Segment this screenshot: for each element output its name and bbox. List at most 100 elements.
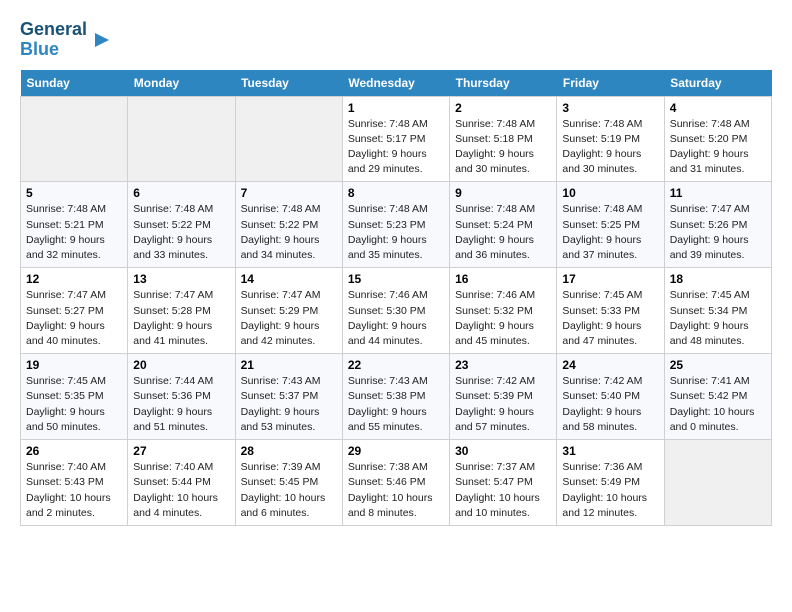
day-number: 20 bbox=[133, 358, 229, 372]
calendar-cell: 17 Sunrise: 7:45 AMSunset: 5:33 PMDayligh… bbox=[557, 268, 664, 354]
calendar-cell: 14 Sunrise: 7:47 AMSunset: 5:29 PMDayligh… bbox=[235, 268, 342, 354]
page-container: General Blue SundayMondayTuesdayWednesda… bbox=[0, 0, 792, 536]
day-number: 14 bbox=[241, 272, 337, 286]
day-number: 13 bbox=[133, 272, 229, 286]
day-number: 4 bbox=[670, 101, 766, 115]
week-row-5: 26 Sunrise: 7:40 AMSunset: 5:43 PMDayligh… bbox=[21, 440, 772, 526]
page-header: General Blue bbox=[20, 20, 772, 60]
day-info: Sunrise: 7:46 AMSunset: 5:32 PMDaylight:… bbox=[455, 288, 551, 349]
calendar-cell: 24Sunrise: 7:42 AMSunset: 5:40 PMDayligh… bbox=[557, 354, 664, 440]
day-number: 26 bbox=[26, 444, 122, 458]
calendar-cell bbox=[128, 96, 235, 182]
calendar-cell: 13Sunrise: 7:47 AMSunset: 5:28 PMDayligh… bbox=[128, 268, 235, 354]
day-number: 9 bbox=[455, 186, 551, 200]
day-info: Sunrise: 7:39 AMSunset: 5:45 PMDaylight:… bbox=[241, 460, 337, 521]
day-info: Sunrise: 7:48 AMSunset: 5:22 PMDaylight:… bbox=[133, 202, 229, 263]
day-info: Sunrise: 7:48 AMSunset: 5:20 PMDaylight:… bbox=[670, 117, 766, 178]
day-number: 27 bbox=[133, 444, 229, 458]
calendar-cell: 11Sunrise: 7:47 AMSunset: 5:26 PMDayligh… bbox=[664, 182, 771, 268]
day-number: 18 bbox=[670, 272, 766, 286]
calendar-cell: 9 Sunrise: 7:48 AMSunset: 5:24 PMDaylight… bbox=[450, 182, 557, 268]
day-number: 11 bbox=[670, 186, 766, 200]
calendar-header-row: SundayMondayTuesdayWednesdayThursdayFrid… bbox=[21, 70, 772, 97]
weekday-header-friday: Friday bbox=[557, 70, 664, 97]
weekday-header-monday: Monday bbox=[128, 70, 235, 97]
day-number: 17 bbox=[562, 272, 658, 286]
day-info: Sunrise: 7:42 AMSunset: 5:40 PMDaylight:… bbox=[562, 374, 658, 435]
day-info: Sunrise: 7:38 AMSunset: 5:46 PMDaylight:… bbox=[348, 460, 444, 521]
day-info: Sunrise: 7:36 AMSunset: 5:49 PMDaylight:… bbox=[562, 460, 658, 521]
calendar-cell: 7 Sunrise: 7:48 AMSunset: 5:22 PMDaylight… bbox=[235, 182, 342, 268]
day-info: Sunrise: 7:45 AMSunset: 5:34 PMDaylight:… bbox=[670, 288, 766, 349]
calendar-cell: 15 Sunrise: 7:46 AMSunset: 5:30 PMDayligh… bbox=[342, 268, 449, 354]
calendar-cell bbox=[21, 96, 128, 182]
day-number: 16 bbox=[455, 272, 551, 286]
day-info: Sunrise: 7:37 AMSunset: 5:47 PMDaylight:… bbox=[455, 460, 551, 521]
calendar-cell: 10 Sunrise: 7:48 AMSunset: 5:25 PMDayligh… bbox=[557, 182, 664, 268]
week-row-4: 19Sunrise: 7:45 AMSunset: 5:35 PMDayligh… bbox=[21, 354, 772, 440]
day-number: 25 bbox=[670, 358, 766, 372]
calendar-cell: 19Sunrise: 7:45 AMSunset: 5:35 PMDayligh… bbox=[21, 354, 128, 440]
calendar-cell bbox=[235, 96, 342, 182]
day-number: 15 bbox=[348, 272, 444, 286]
day-info: Sunrise: 7:44 AMSunset: 5:36 PMDaylight:… bbox=[133, 374, 229, 435]
day-info: Sunrise: 7:40 AMSunset: 5:43 PMDaylight:… bbox=[26, 460, 122, 521]
calendar-cell: 5 Sunrise: 7:48 AMSunset: 5:21 PMDaylight… bbox=[21, 182, 128, 268]
calendar-cell: 25 Sunrise: 7:41 AMSunset: 5:42 PMDayligh… bbox=[664, 354, 771, 440]
logo-arrow-icon bbox=[91, 29, 113, 51]
day-info: Sunrise: 7:47 AMSunset: 5:29 PMDaylight:… bbox=[241, 288, 337, 349]
day-info: Sunrise: 7:41 AMSunset: 5:42 PMDaylight:… bbox=[670, 374, 766, 435]
day-number: 23 bbox=[455, 358, 551, 372]
calendar-cell: 4 Sunrise: 7:48 AMSunset: 5:20 PMDaylight… bbox=[664, 96, 771, 182]
day-info: Sunrise: 7:42 AMSunset: 5:39 PMDaylight:… bbox=[455, 374, 551, 435]
day-number: 31 bbox=[562, 444, 658, 458]
day-info: Sunrise: 7:43 AMSunset: 5:37 PMDaylight:… bbox=[241, 374, 337, 435]
week-row-3: 12Sunrise: 7:47 AMSunset: 5:27 PMDayligh… bbox=[21, 268, 772, 354]
day-number: 8 bbox=[348, 186, 444, 200]
week-row-2: 5 Sunrise: 7:48 AMSunset: 5:21 PMDaylight… bbox=[21, 182, 772, 268]
day-number: 7 bbox=[241, 186, 337, 200]
calendar-cell: 16 Sunrise: 7:46 AMSunset: 5:32 PMDayligh… bbox=[450, 268, 557, 354]
calendar-cell: 21 Sunrise: 7:43 AMSunset: 5:37 PMDayligh… bbox=[235, 354, 342, 440]
day-number: 6 bbox=[133, 186, 229, 200]
calendar-cell: 30 Sunrise: 7:37 AMSunset: 5:47 PMDayligh… bbox=[450, 440, 557, 526]
logo-text: General Blue bbox=[20, 20, 113, 60]
day-info: Sunrise: 7:45 AMSunset: 5:35 PMDaylight:… bbox=[26, 374, 122, 435]
day-info: Sunrise: 7:48 AMSunset: 5:17 PMDaylight:… bbox=[348, 117, 444, 178]
day-number: 28 bbox=[241, 444, 337, 458]
calendar-cell bbox=[664, 440, 771, 526]
calendar-cell: 28 Sunrise: 7:39 AMSunset: 5:45 PMDayligh… bbox=[235, 440, 342, 526]
day-number: 29 bbox=[348, 444, 444, 458]
weekday-header-sunday: Sunday bbox=[21, 70, 128, 97]
day-info: Sunrise: 7:48 AMSunset: 5:24 PMDaylight:… bbox=[455, 202, 551, 263]
logo: General Blue bbox=[20, 20, 113, 60]
calendar-cell: 23 Sunrise: 7:42 AMSunset: 5:39 PMDayligh… bbox=[450, 354, 557, 440]
weekday-header-saturday: Saturday bbox=[664, 70, 771, 97]
calendar-cell: 3 Sunrise: 7:48 AMSunset: 5:19 PMDaylight… bbox=[557, 96, 664, 182]
day-info: Sunrise: 7:48 AMSunset: 5:18 PMDaylight:… bbox=[455, 117, 551, 178]
calendar-cell: 31 Sunrise: 7:36 AMSunset: 5:49 PMDayligh… bbox=[557, 440, 664, 526]
day-number: 10 bbox=[562, 186, 658, 200]
day-info: Sunrise: 7:48 AMSunset: 5:19 PMDaylight:… bbox=[562, 117, 658, 178]
calendar-cell: 22Sunrise: 7:43 AMSunset: 5:38 PMDayligh… bbox=[342, 354, 449, 440]
day-number: 30 bbox=[455, 444, 551, 458]
day-number: 21 bbox=[241, 358, 337, 372]
logo-general: General bbox=[20, 20, 87, 40]
day-info: Sunrise: 7:46 AMSunset: 5:30 PMDaylight:… bbox=[348, 288, 444, 349]
day-info: Sunrise: 7:48 AMSunset: 5:22 PMDaylight:… bbox=[241, 202, 337, 263]
day-number: 3 bbox=[562, 101, 658, 115]
day-info: Sunrise: 7:48 AMSunset: 5:25 PMDaylight:… bbox=[562, 202, 658, 263]
calendar-cell: 12Sunrise: 7:47 AMSunset: 5:27 PMDayligh… bbox=[21, 268, 128, 354]
calendar-cell: 26 Sunrise: 7:40 AMSunset: 5:43 PMDayligh… bbox=[21, 440, 128, 526]
calendar-cell: 1 Sunrise: 7:48 AMSunset: 5:17 PMDaylight… bbox=[342, 96, 449, 182]
day-info: Sunrise: 7:45 AMSunset: 5:33 PMDaylight:… bbox=[562, 288, 658, 349]
day-number: 5 bbox=[26, 186, 122, 200]
day-info: Sunrise: 7:47 AMSunset: 5:27 PMDaylight:… bbox=[26, 288, 122, 349]
day-number: 22 bbox=[348, 358, 444, 372]
weekday-header-tuesday: Tuesday bbox=[235, 70, 342, 97]
week-row-1: 1 Sunrise: 7:48 AMSunset: 5:17 PMDaylight… bbox=[21, 96, 772, 182]
calendar-cell: 18 Sunrise: 7:45 AMSunset: 5:34 PMDayligh… bbox=[664, 268, 771, 354]
weekday-header-thursday: Thursday bbox=[450, 70, 557, 97]
day-number: 1 bbox=[348, 101, 444, 115]
day-info: Sunrise: 7:48 AMSunset: 5:21 PMDaylight:… bbox=[26, 202, 122, 263]
